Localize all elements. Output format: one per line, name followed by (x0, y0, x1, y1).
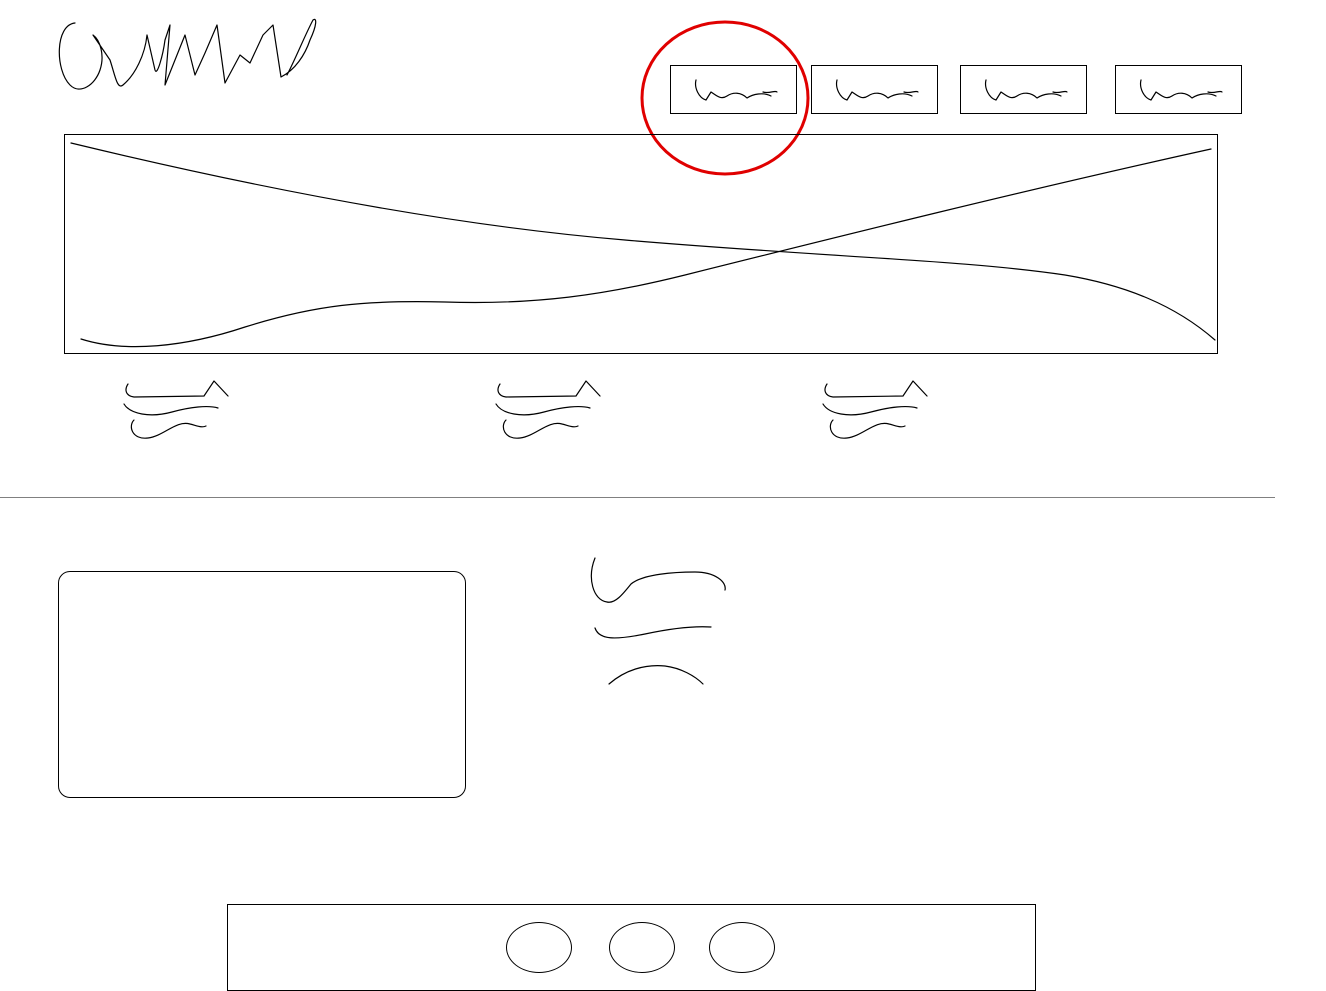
footer-circle-button-1[interactable] (506, 922, 572, 973)
scribble-label-icon (1139, 79, 1223, 101)
site-logo[interactable] (55, 15, 325, 95)
scribble-label-icon (984, 79, 1068, 101)
content-image-box (58, 571, 466, 798)
footer-bar (227, 904, 1036, 991)
content-text-block (585, 552, 735, 692)
section-divider (0, 497, 1275, 498)
feature-item-3 (819, 376, 929, 446)
feature-item-1 (120, 376, 230, 446)
feature-scribble-icon (822, 380, 928, 439)
hero-image (64, 134, 1218, 354)
feature-scribble-icon (123, 380, 229, 439)
feature-item-2 (492, 376, 602, 446)
placeholder-image-cross-icon (70, 142, 1216, 348)
footer-circle-button-2[interactable] (609, 922, 675, 973)
scribble-label-icon (835, 79, 919, 101)
nav-item-3[interactable] (960, 65, 1087, 114)
nav-item-2[interactable] (811, 65, 938, 114)
footer-circle-button-3[interactable] (709, 922, 775, 973)
feature-scribble-icon (495, 380, 601, 439)
nav-item-4[interactable] (1115, 65, 1242, 114)
text-scribble-icon (590, 557, 726, 685)
logo-scribble-icon (58, 18, 317, 90)
